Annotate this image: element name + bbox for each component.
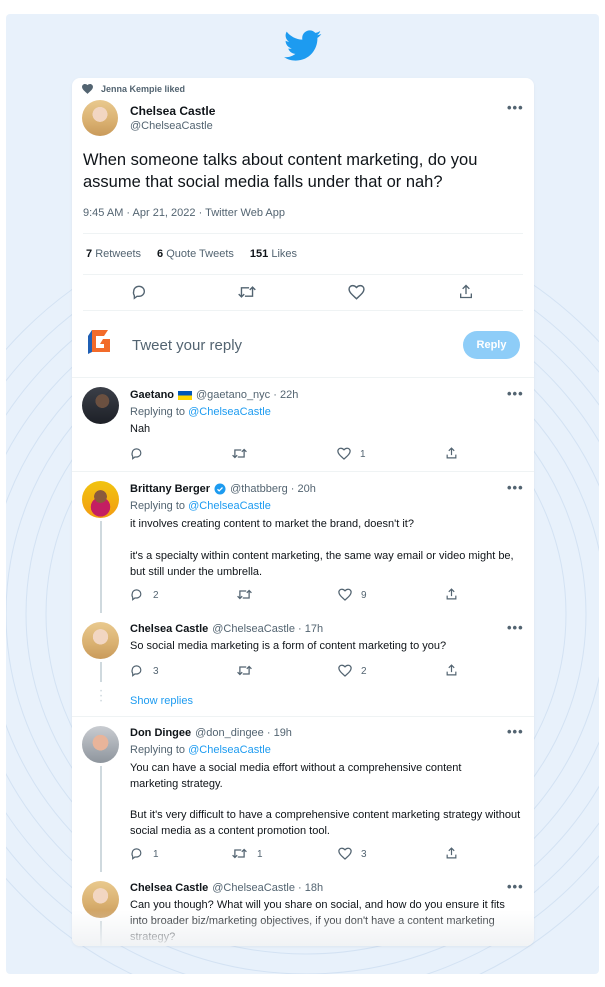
reply-author-name[interactable]: Chelsea Castle bbox=[130, 882, 208, 894]
author-name[interactable]: Chelsea Castle bbox=[130, 104, 215, 118]
reply-meta[interactable]: @thatbberg · 20h bbox=[230, 483, 316, 495]
reply-text: Nah bbox=[130, 423, 151, 435]
reply-author-name[interactable]: Gaetano bbox=[130, 389, 174, 401]
reply-icon[interactable] bbox=[130, 664, 143, 677]
reply-author-name[interactable]: Chelsea Castle bbox=[130, 623, 208, 635]
retweet-icon[interactable] bbox=[237, 588, 252, 601]
divider bbox=[83, 233, 523, 234]
reply-icon[interactable] bbox=[130, 588, 143, 601]
share-icon[interactable] bbox=[445, 446, 458, 460]
retweet-icon[interactable] bbox=[237, 664, 252, 677]
ukraine-flag-icon bbox=[178, 390, 193, 400]
tweet-text: When someone talks about content marketi… bbox=[83, 151, 478, 191]
liked-by-row: Jenna Kempie liked bbox=[82, 84, 185, 94]
divider bbox=[72, 471, 534, 472]
like-count: 9 bbox=[361, 590, 367, 601]
thread-line bbox=[100, 662, 102, 682]
verified-badge-icon bbox=[214, 483, 226, 495]
more-icon[interactable]: ••• bbox=[507, 386, 524, 401]
avatar[interactable] bbox=[82, 622, 119, 659]
reply-header: Chelsea Castle @ChelseaCastle · 18h bbox=[130, 882, 323, 894]
thread-line bbox=[100, 521, 102, 613]
bottom-fade bbox=[72, 910, 534, 946]
replying-to: Replying to @ChelseaCastle bbox=[130, 744, 271, 756]
heart-icon bbox=[82, 84, 93, 94]
retweet-icon[interactable] bbox=[238, 284, 256, 300]
share-icon[interactable] bbox=[445, 663, 458, 677]
reply-icon[interactable] bbox=[130, 447, 143, 460]
reply-header: Don Dingee @don_dingee · 19h bbox=[130, 727, 292, 739]
replying-to: Replying to @ChelseaCastle bbox=[130, 500, 271, 512]
share-icon[interactable] bbox=[445, 846, 458, 860]
tweet-meta[interactable]: 9:45 AM · Apr 21, 2022 · Twitter Web App bbox=[83, 207, 285, 219]
like-icon[interactable] bbox=[338, 664, 352, 677]
reply-button[interactable]: Reply bbox=[463, 331, 520, 359]
avatar[interactable] bbox=[82, 726, 119, 763]
avatar[interactable] bbox=[82, 481, 119, 518]
share-icon[interactable] bbox=[458, 283, 474, 300]
reply-count: 3 bbox=[153, 666, 159, 677]
twitter-bird-icon bbox=[284, 30, 322, 61]
user-avatar-logo bbox=[88, 330, 110, 354]
replying-to: Replying to @ChelseaCastle bbox=[130, 406, 271, 418]
reply-header: Gaetano @gaetano_nyc · 22h bbox=[130, 389, 298, 401]
show-replies-link[interactable]: Show replies bbox=[130, 695, 193, 707]
reply-text: it's a specialty within content marketin… bbox=[130, 550, 514, 578]
like-icon[interactable] bbox=[338, 588, 352, 601]
reply-text: But it's very difficult to have a compre… bbox=[130, 809, 521, 837]
quotes-stat[interactable]: 6 Quote Tweets bbox=[157, 248, 234, 260]
reply-icon[interactable] bbox=[130, 847, 143, 860]
divider bbox=[72, 377, 534, 378]
thread-line bbox=[100, 766, 102, 872]
retweet-icon[interactable] bbox=[232, 447, 247, 460]
reply-count: 1 bbox=[153, 849, 159, 860]
thread-dots: • • • bbox=[100, 689, 103, 705]
like-icon[interactable] bbox=[348, 284, 365, 300]
reply-author-name[interactable]: Don Dingee bbox=[130, 727, 191, 739]
divider bbox=[72, 716, 534, 717]
reply-header: Chelsea Castle @ChelseaCastle · 17h bbox=[130, 623, 323, 635]
avatar[interactable] bbox=[82, 100, 118, 136]
more-icon[interactable]: ••• bbox=[507, 100, 524, 115]
reply-text: it involves creating content to market t… bbox=[130, 518, 414, 530]
like-count: 2 bbox=[361, 666, 367, 677]
more-icon[interactable]: ••• bbox=[507, 480, 524, 495]
divider bbox=[83, 310, 523, 311]
like-icon[interactable] bbox=[337, 447, 351, 460]
reply-meta[interactable]: @ChelseaCastle · 17h bbox=[212, 623, 323, 635]
share-icon[interactable] bbox=[445, 587, 458, 601]
author-handle[interactable]: @ChelseaCastle bbox=[130, 120, 213, 132]
reply-meta[interactable]: @ChelseaCastle · 18h bbox=[212, 882, 323, 894]
reply-input[interactable]: Tweet your reply bbox=[132, 337, 242, 354]
reply-text: You can have a social media effort witho… bbox=[130, 762, 462, 790]
retweet-count: 1 bbox=[257, 849, 263, 860]
more-icon[interactable]: ••• bbox=[507, 724, 524, 739]
reply-icon[interactable] bbox=[131, 284, 147, 300]
reply-meta[interactable]: @don_dingee · 19h bbox=[195, 727, 292, 739]
like-icon[interactable] bbox=[338, 847, 352, 860]
likes-stat[interactable]: 151 Likes bbox=[250, 248, 297, 260]
tweet-card: Jenna Kempie liked Chelsea Castle @Chels… bbox=[72, 78, 534, 946]
retweet-icon[interactable] bbox=[232, 847, 247, 860]
more-icon[interactable]: ••• bbox=[507, 879, 524, 894]
reply-header: Brittany Berger @thatbberg · 20h bbox=[130, 483, 316, 495]
reply-meta[interactable]: @gaetano_nyc · 22h bbox=[196, 389, 298, 401]
avatar[interactable] bbox=[82, 387, 119, 424]
more-icon[interactable]: ••• bbox=[507, 620, 524, 635]
reply-count: 2 bbox=[153, 590, 159, 601]
reply-author-name[interactable]: Brittany Berger bbox=[130, 483, 210, 495]
tweet-stats: 7 Retweets 6 Quote Tweets 151 Likes bbox=[86, 248, 297, 260]
like-count: 1 bbox=[360, 449, 366, 460]
retweets-stat[interactable]: 7 Retweets bbox=[86, 248, 141, 260]
liked-by-text: Jenna Kempie liked bbox=[101, 84, 186, 94]
like-count: 3 bbox=[361, 849, 367, 860]
divider bbox=[83, 274, 523, 275]
reply-text: So social media marketing is a form of c… bbox=[130, 640, 447, 652]
